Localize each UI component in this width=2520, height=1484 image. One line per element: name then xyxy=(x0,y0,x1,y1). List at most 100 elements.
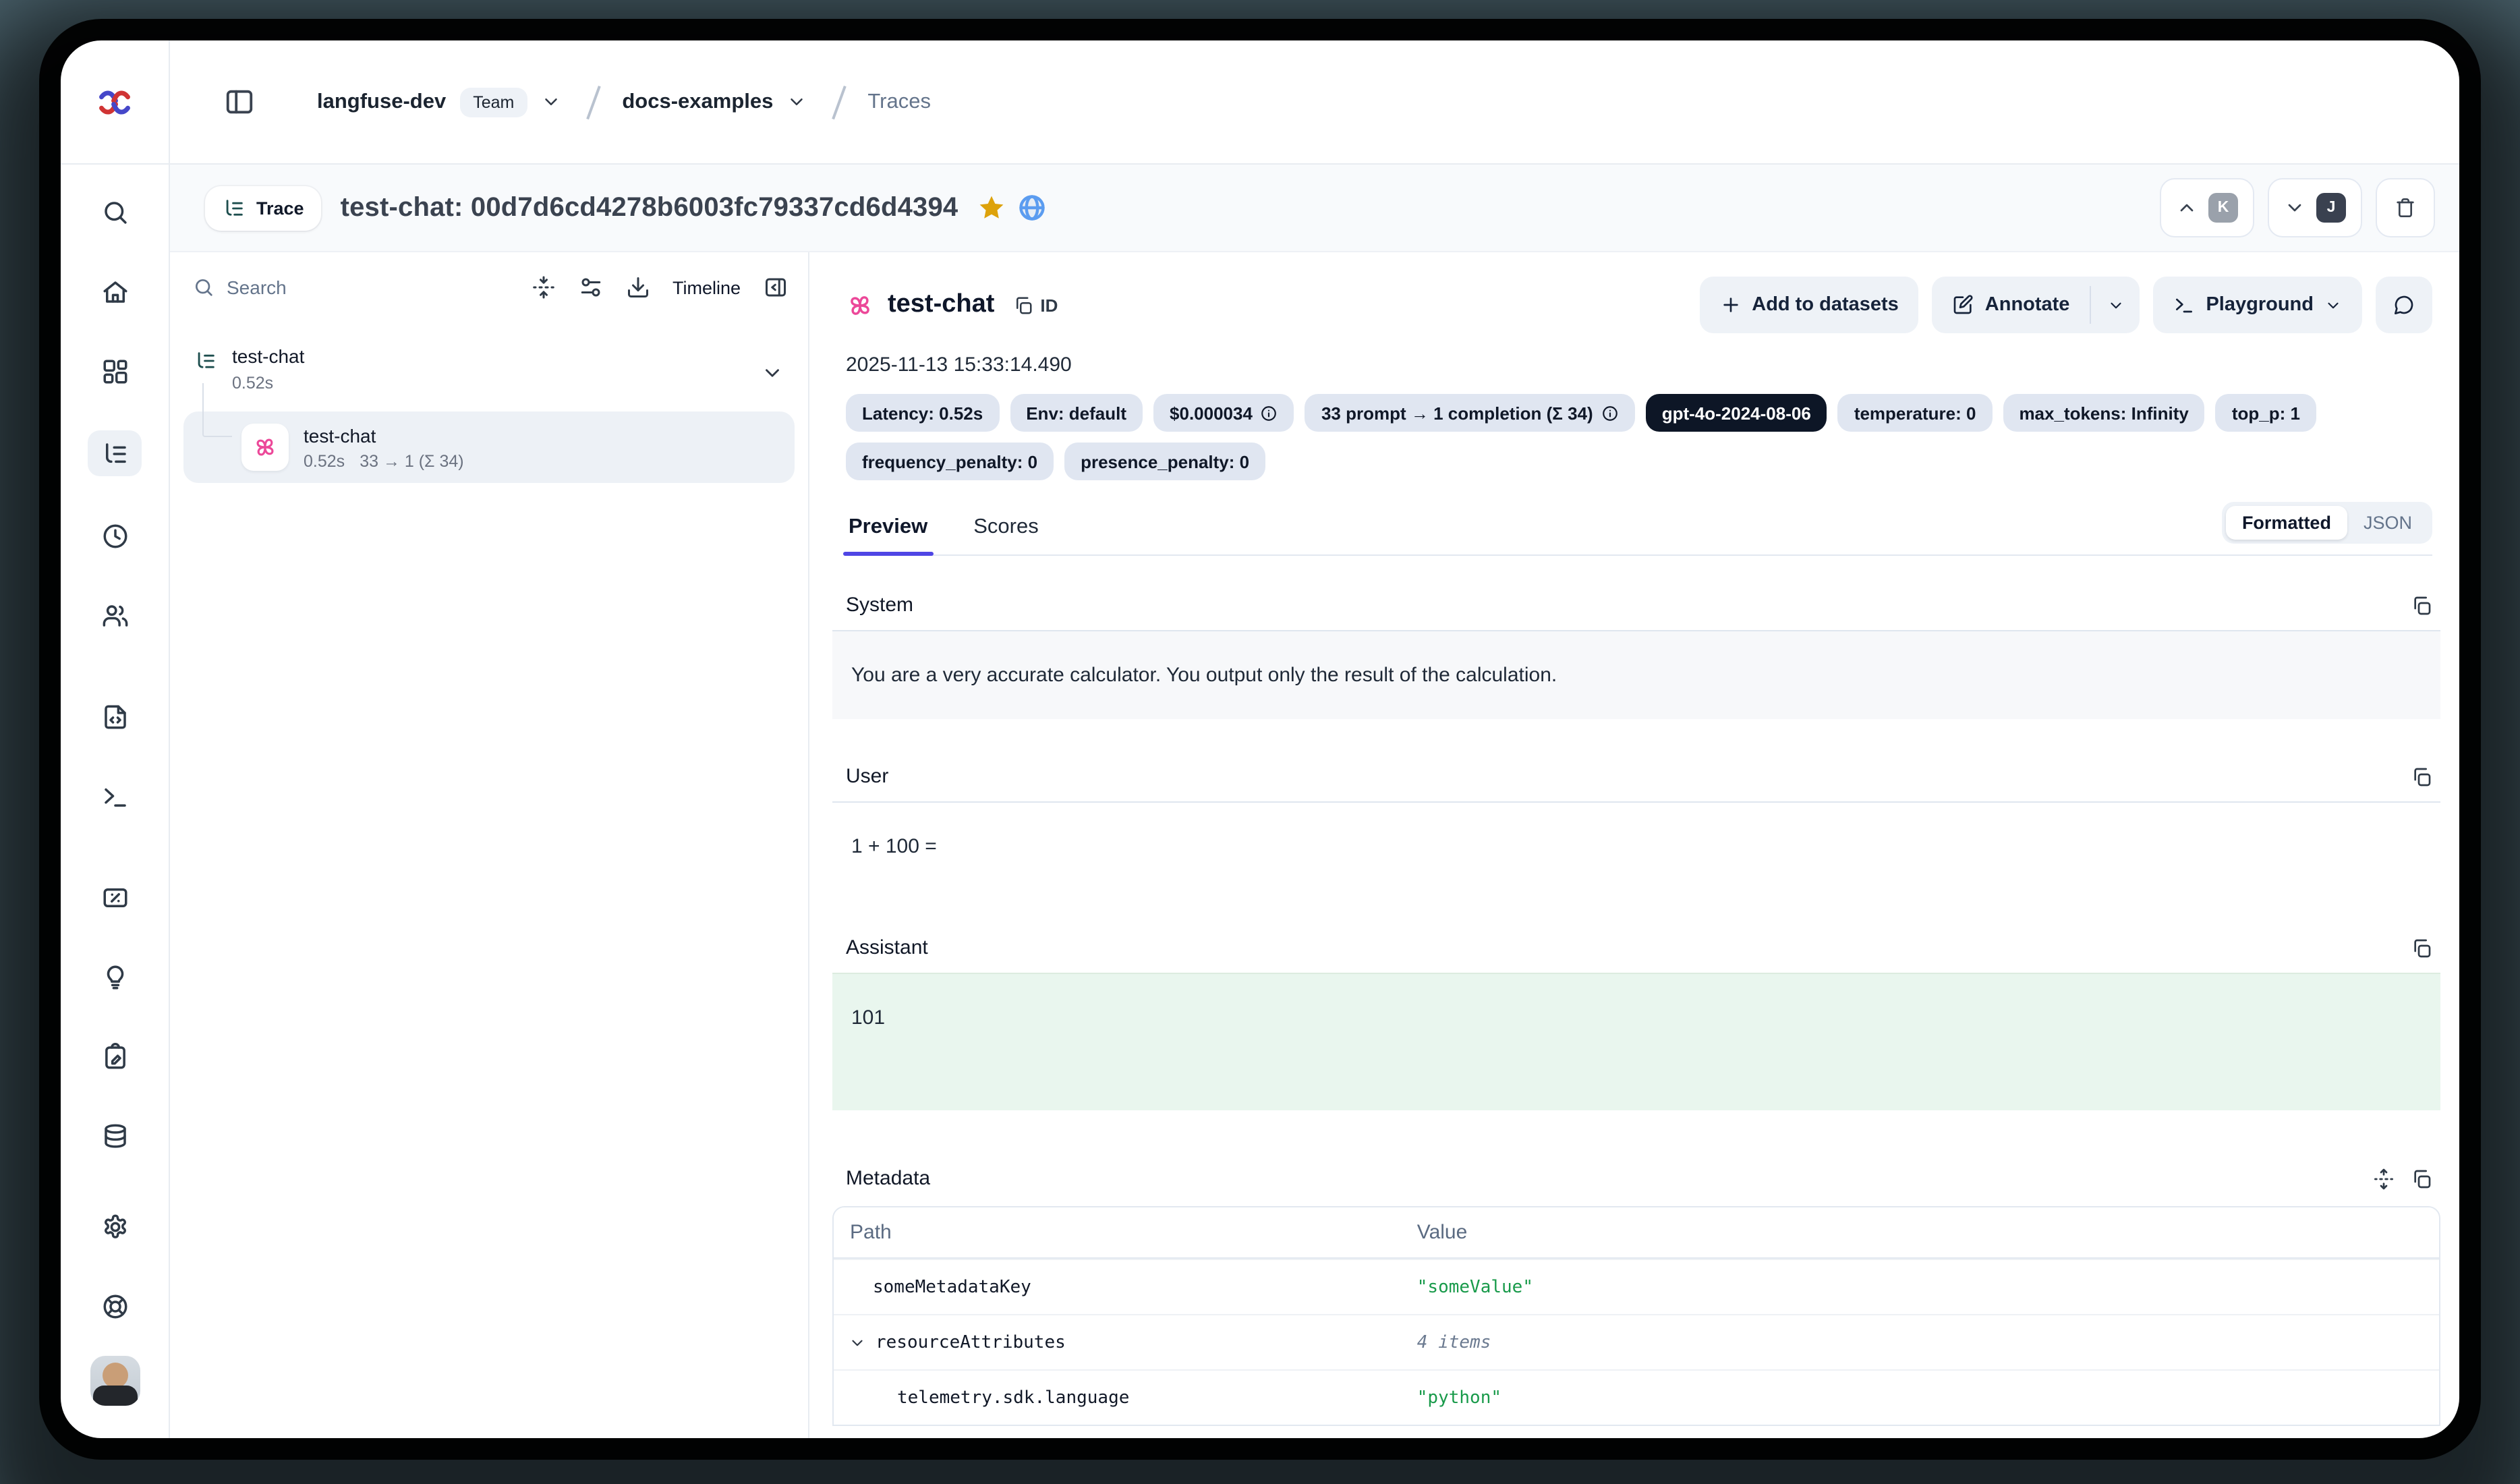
copy-id-button[interactable]: ID xyxy=(1013,295,1058,315)
frequency-penalty-badge: frequency_penalty: 0 xyxy=(846,443,1054,480)
clipboard-pen-icon xyxy=(101,1042,129,1071)
rail-traces-button[interactable] xyxy=(88,430,142,476)
metadata-col-value: Value xyxy=(1412,1221,2439,1244)
search-input[interactable]: Search xyxy=(193,277,509,298)
tab-preview[interactable]: Preview xyxy=(846,515,930,554)
panel-close-icon xyxy=(764,275,788,299)
chevron-up-icon xyxy=(2176,197,2198,219)
tree-toolbar: Search Timeline xyxy=(170,252,808,313)
trace-tree: test-chat 0.52s xyxy=(170,313,808,483)
dashboard-icon xyxy=(101,357,129,385)
metadata-value: "python" xyxy=(1412,1388,2439,1408)
chevron-down-icon[interactable] xyxy=(541,92,561,112)
tree-root-row[interactable]: test-chat 0.52s xyxy=(183,340,795,398)
json-toggle[interactable]: JSON xyxy=(2347,506,2428,540)
generation-duration: 0.52s xyxy=(304,451,345,470)
system-title: System xyxy=(846,594,913,617)
terminal-icon xyxy=(101,782,129,810)
copy-system-button[interactable] xyxy=(2411,594,2432,616)
next-trace-button[interactable]: J xyxy=(2268,178,2362,237)
tokens-badge[interactable]: 33 prompt → 1 completion (Σ 34) xyxy=(1305,394,1635,432)
public-globe-button[interactable] xyxy=(1017,193,1047,223)
tree-settings-button[interactable] xyxy=(579,275,604,299)
bookmark-star-button[interactable] xyxy=(977,193,1006,223)
copy-user-button[interactable] xyxy=(2411,766,2432,787)
playground-button[interactable]: Playground xyxy=(2153,277,2362,333)
rail-users-button[interactable] xyxy=(88,595,142,635)
breadcrumb-separator xyxy=(828,84,846,119)
rail-support-button[interactable] xyxy=(88,1286,142,1326)
breadcrumb-project[interactable]: docs-examples xyxy=(622,90,773,114)
rail-home-button[interactable] xyxy=(88,271,142,312)
annotate-dropdown-button[interactable] xyxy=(2091,277,2140,333)
metadata-row: resourceAttributes 4 items xyxy=(834,1314,2439,1369)
trace-type-label: Trace xyxy=(256,198,304,218)
chevron-down-icon[interactable] xyxy=(849,1334,866,1351)
collapse-panel-button[interactable] xyxy=(764,275,788,299)
rail-settings-button[interactable] xyxy=(88,1206,142,1247)
generation-tokens: 33 → 1 (Σ 34) xyxy=(360,451,463,470)
action-buttons: Add to datasets Annotate xyxy=(1699,277,2432,333)
breadcrumb-org[interactable]: langfuse-dev xyxy=(317,90,446,114)
add-to-datasets-button[interactable]: Add to datasets xyxy=(1699,277,1919,333)
file-code-icon xyxy=(101,702,129,731)
tree-generation-row-selected[interactable]: test-chat 0.52s 33 → 1 (Σ 34) xyxy=(183,411,795,483)
rail-scores-button[interactable] xyxy=(88,877,142,917)
model-badge[interactable]: gpt-4o-2024-08-06 xyxy=(1646,394,1827,432)
unfold-vertical-icon xyxy=(2373,1168,2395,1189)
delete-trace-button[interactable] xyxy=(2376,178,2435,237)
copy-assistant-button[interactable] xyxy=(2411,937,2432,959)
user-avatar[interactable] xyxy=(90,1356,140,1406)
tab-scores[interactable]: Scores xyxy=(971,515,1041,554)
terminal-icon xyxy=(2173,294,2195,316)
search-placeholder: Search xyxy=(227,277,287,298)
expand-metadata-button[interactable] xyxy=(2373,1168,2395,1189)
latency-badge: Latency: 0.52s xyxy=(846,394,999,432)
rail-datasets-button[interactable] xyxy=(88,1116,142,1156)
chevron-down-icon xyxy=(2324,296,2342,314)
rail-search-button[interactable] xyxy=(88,192,142,232)
scorecard-icon xyxy=(101,883,129,911)
previous-trace-button[interactable]: K xyxy=(2160,178,2254,237)
metadata-table: Path Value someMetadataKey "someValue" r… xyxy=(832,1206,2440,1426)
assistant-title: Assistant xyxy=(846,936,928,959)
chevron-down-icon[interactable] xyxy=(786,92,807,112)
annotate-button[interactable]: Annotate xyxy=(1932,277,2090,333)
info-icon xyxy=(1601,404,1619,422)
max-tokens-badge: max_tokens: Infinity xyxy=(2003,394,2204,432)
shortcut-key-badge: K xyxy=(2208,193,2238,223)
shortcut-key-badge: J xyxy=(2316,193,2346,223)
pen-square-icon xyxy=(1953,294,1974,316)
detail-tabs: Preview Scores Formatted JSON xyxy=(846,515,2432,556)
rail-playground-button[interactable] xyxy=(88,776,142,816)
copy-metadata-button[interactable] xyxy=(2411,1168,2432,1189)
observation-detail-panel: test-chat ID Add to datasets xyxy=(809,252,2459,1438)
rail-annotation-button[interactable] xyxy=(88,1036,142,1077)
download-button[interactable] xyxy=(627,275,651,299)
collapse-all-button[interactable] xyxy=(532,275,556,299)
comments-button[interactable] xyxy=(2376,277,2432,333)
breadcrumb-section[interactable]: Traces xyxy=(867,90,931,114)
clock-icon xyxy=(101,521,129,550)
rail-sessions-button[interactable] xyxy=(88,515,142,556)
rail-prompts-button[interactable] xyxy=(88,696,142,737)
avatar-body-shape xyxy=(92,1386,137,1406)
timeline-toggle[interactable]: Timeline xyxy=(672,277,741,297)
langfuse-logo-icon xyxy=(97,84,132,119)
metadata-path[interactable]: resourceAttributes xyxy=(876,1332,1066,1352)
logo-cell xyxy=(61,40,169,165)
lightbulb-icon xyxy=(101,963,129,991)
observation-timestamp: 2025-11-13 15:33:14.490 xyxy=(846,353,2432,376)
trace-title: test-chat: 00d7d6cd4278b6003fc79337cd6d4… xyxy=(341,192,958,223)
chevron-down-icon[interactable] xyxy=(761,362,784,384)
rail-dashboard-button[interactable] xyxy=(88,351,142,391)
system-section-header: System xyxy=(846,594,2432,617)
tree-connector-line xyxy=(202,383,232,437)
formatted-toggle[interactable]: Formatted xyxy=(2226,506,2347,540)
rail-evaluators-button[interactable] xyxy=(88,957,142,997)
sidebar-toggle-button[interactable] xyxy=(224,86,255,117)
star-icon xyxy=(977,193,1006,223)
cost-badge[interactable]: $0.000034 xyxy=(1153,394,1294,432)
trace-type-pill[interactable]: Trace xyxy=(205,186,322,230)
presence-penalty-badge: presence_penalty: 0 xyxy=(1064,443,1265,480)
